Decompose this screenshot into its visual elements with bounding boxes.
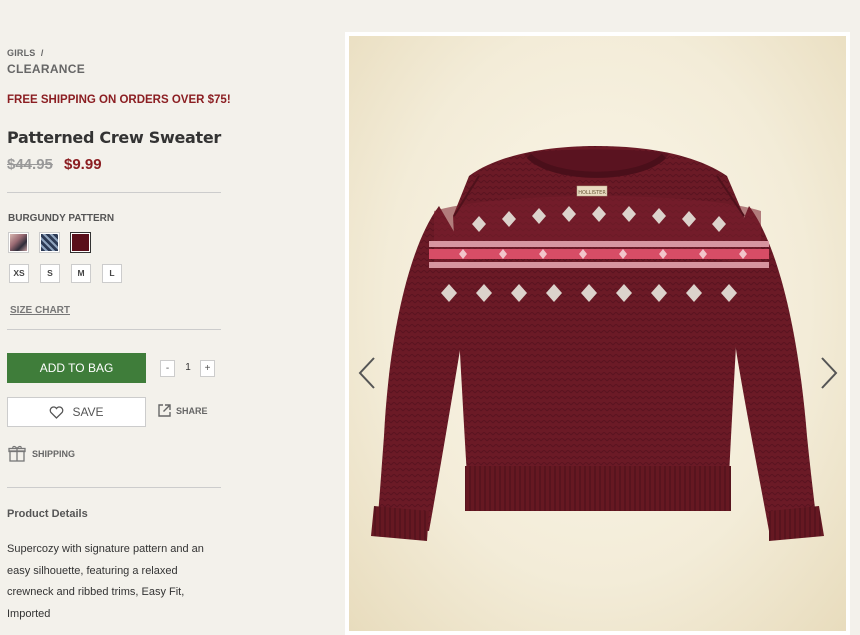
swatch-navy-pattern[interactable] — [39, 232, 60, 253]
divider — [7, 329, 221, 330]
product-image-carousel: HOLLISTER — [345, 32, 850, 635]
save-label: SAVE — [72, 405, 104, 419]
original-price: $44.95 — [7, 156, 53, 173]
product-details-heading: Product Details — [7, 508, 88, 520]
add-to-bag-button[interactable]: ADD TO BAG — [7, 353, 146, 383]
breadcrumb-current[interactable]: CLEARANCE — [7, 62, 85, 76]
product-details-text: Supercozy with signature pattern and an … — [7, 543, 204, 620]
swatch-burgundy-pattern[interactable] — [70, 232, 91, 253]
size-xs[interactable]: XS — [9, 264, 29, 283]
product-title: Patterned Crew Sweater — [7, 128, 221, 147]
chevron-left-icon[interactable] — [357, 356, 377, 390]
heart-icon — [50, 405, 64, 419]
share-icon — [158, 404, 171, 417]
qty-input[interactable]: 1 — [177, 362, 199, 373]
size-l[interactable]: L — [102, 264, 122, 283]
shipping-link[interactable]: SHIPPING — [8, 445, 75, 462]
divider — [7, 487, 221, 488]
save-button[interactable]: SAVE — [7, 397, 146, 427]
promo-banner: FREE SHIPPING ON ORDERS OVER $75! — [7, 94, 231, 106]
share-button[interactable]: SHARE — [157, 403, 208, 418]
sweater-image: HOLLISTER — [371, 146, 824, 541]
qty-decrement-button[interactable]: - — [160, 360, 175, 377]
color-label: BURGUNDY PATTERN — [8, 213, 115, 224]
size-s[interactable]: S — [40, 264, 60, 283]
swatch-pink-print[interactable] — [8, 232, 29, 253]
chevron-right-icon[interactable] — [819, 356, 839, 390]
qty-increment-button[interactable]: + — [200, 360, 215, 377]
brand-tag: HOLLISTER — [578, 190, 606, 196]
shipping-label: SHIPPING — [32, 448, 76, 459]
product-image: HOLLISTER — [349, 36, 846, 631]
divider — [7, 192, 221, 193]
gift-box-icon — [8, 445, 26, 462]
size-m[interactable]: M — [71, 264, 91, 283]
sale-price: $9.99 — [64, 156, 102, 173]
product-info-panel: GIRLS / CLEARANCE FREE SHIPPING ON ORDER… — [0, 0, 345, 635]
breadcrumb-parent[interactable]: GIRLS / — [7, 48, 44, 58]
size-chart-link[interactable]: SIZE CHART — [10, 305, 70, 316]
share-label: SHARE — [176, 405, 208, 416]
